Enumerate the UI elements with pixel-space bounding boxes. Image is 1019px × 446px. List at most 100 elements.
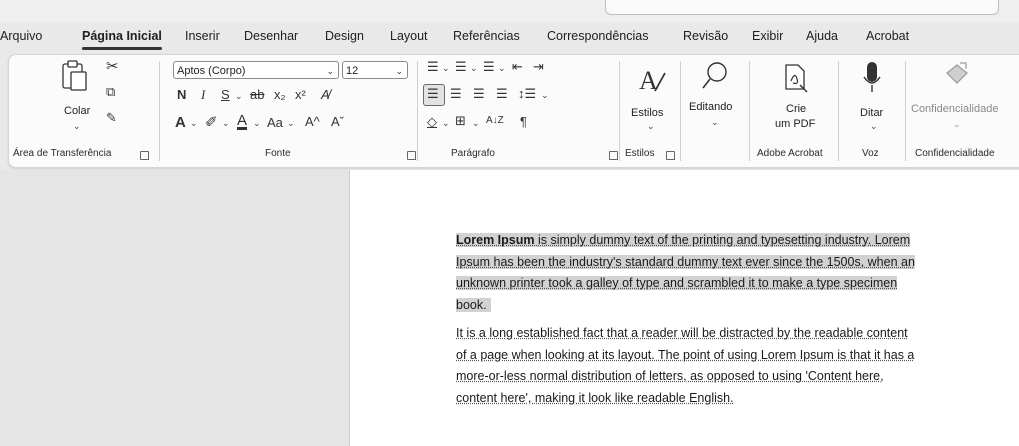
paste-button-label[interactable]: Colar [64,105,90,117]
align-center-icon[interactable]: ☰ [450,87,462,100]
show-formatting-button[interactable]: ¶ [520,115,527,128]
chevron-down-icon[interactable]: ⌄ [870,121,878,132]
styles-icon[interactable]: A [637,63,667,95]
microphone-icon[interactable] [862,61,882,95]
tab-referencias[interactable]: Referências [453,26,520,46]
title-bar [0,0,1019,22]
font-launcher-icon[interactable] [407,151,416,160]
clipboard-launcher-icon[interactable] [140,151,149,160]
editing-button-label[interactable]: Editando [689,101,732,113]
tab-arquivo[interactable]: Arquivo [0,26,42,46]
chevron-down-icon[interactable]: ⌄ [472,118,480,129]
p1-line-2: Ipsum has been the industry's standard d… [456,254,915,269]
paste-dropdown-icon[interactable]: ⌄ [73,121,81,132]
chevron-down-icon[interactable]: ⌄ [287,118,295,129]
shrink-font-button[interactable]: Aˇ [331,115,344,128]
p2-line-4: content here', making it look like reada… [456,390,734,405]
chevron-down-icon[interactable]: ⌄ [442,118,450,129]
p1-line-1: is simply dummy text of the printing and… [534,233,911,247]
align-right-icon[interactable]: ☰ [473,87,485,100]
multilevel-list-icon[interactable]: ☰ [483,60,495,73]
chevron-down-icon[interactable]: ⌄ [235,91,243,102]
format-painter-icon[interactable]: ✎ [106,111,117,124]
chevron-down-icon[interactable]: ⌄ [442,63,450,74]
search-icon[interactable] [701,61,729,91]
chevron-down-icon[interactable]: ⌄ [470,63,478,74]
chevron-down-icon[interactable]: ⌄ [222,118,230,129]
borders-icon[interactable]: ⊞ [455,114,466,127]
chevron-down-icon[interactable]: ⌄ [498,63,506,74]
tab-acrobat[interactable]: Acrobat [866,26,909,46]
sensitivity-button-label[interactable]: Confidencialidade [911,103,998,115]
tab-desenhar[interactable]: Desenhar [244,26,298,46]
left-canvas-area [0,170,349,446]
chevron-down-icon[interactable]: ⌄ [711,117,719,128]
underline-button[interactable]: S [221,88,230,101]
chevron-down-icon: ⌄ [395,66,403,76]
paragraph-launcher-icon[interactable] [609,151,618,160]
chevron-down-icon: ⌄ [326,66,334,76]
justify-icon[interactable]: ☰ [496,87,508,100]
p2-line-2: of a page when looking at its layout. Th… [456,347,915,362]
tab-exibir[interactable]: Exibir [752,26,783,46]
group-divider [905,61,906,161]
chevron-down-icon[interactable]: ⌄ [541,90,549,101]
group-divider [680,61,681,161]
font-size-combo[interactable]: 12 ⌄ [342,61,408,79]
dictate-button-label[interactable]: Ditar [860,107,883,119]
tab-pagina-inicial[interactable]: Página Inicial [82,26,162,50]
italic-button[interactable]: I [201,88,205,101]
decrease-indent-icon[interactable]: ⇤ [512,60,523,73]
strikethrough-icon[interactable]: ab [250,88,264,101]
paragraph-group-label: Parágrafo [451,148,495,159]
tab-revisao[interactable]: Revisão [683,26,728,46]
tab-design[interactable]: Design [325,26,364,46]
subscript-button[interactable]: x₂ [274,88,286,101]
shading-icon[interactable]: ◇ [427,115,437,128]
tab-ajuda[interactable]: Ajuda [806,26,838,46]
search-box[interactable] [605,0,999,15]
paragraph-1[interactable]: Lorem Ipsum is simply dummy text of the … [456,230,1004,316]
styles-button-label[interactable]: Estilos [631,107,663,119]
superscript-button[interactable]: x² [295,88,306,101]
text-effects-icon[interactable]: A [175,115,186,130]
bullets-icon[interactable]: ☰ [427,60,439,73]
bold-lead-text: Lorem Ipsum [456,233,535,247]
sensitivity-group-label: Confidencialidade [915,148,995,159]
ribbon-tabs: Arquivo Página Inicial Inserir Desenhar … [0,26,1019,50]
group-divider [749,61,750,161]
chevron-down-icon[interactable]: ⌄ [190,118,198,129]
line-spacing-icon[interactable]: ↕☰ [518,87,536,100]
font-group-label: Fonte [265,148,291,159]
acrobat-group-label: Adobe Acrobat [757,148,823,159]
grow-font-button[interactable]: A^ [305,115,320,128]
styles-launcher-icon[interactable] [666,151,675,160]
group-divider [619,61,620,161]
tab-inserir[interactable]: Inserir [185,26,220,46]
bold-button[interactable]: N [177,88,186,101]
chevron-down-icon[interactable]: ⌄ [647,121,655,132]
chevron-down-icon[interactable]: ⌄ [953,119,961,130]
cut-icon[interactable]: ✂ [106,59,119,74]
numbering-icon[interactable]: ☰ [455,60,467,73]
sort-button[interactable]: A↓Z [486,116,504,126]
copy-icon[interactable]: ⧉ [106,85,115,98]
change-case-button[interactable]: Aa [267,116,283,129]
create-pdf-label-line2[interactable]: um PDF [775,118,815,130]
create-pdf-label-line1[interactable]: Crie [786,103,806,115]
highlight-icon[interactable]: ✐ [205,115,218,130]
tab-layout[interactable]: Layout [390,26,428,46]
create-pdf-icon[interactable] [782,63,810,95]
paste-icon[interactable] [59,58,89,92]
increase-indent-icon[interactable]: ⇥ [533,60,544,73]
font-color-icon[interactable]: A [237,113,247,128]
tab-correspondencias[interactable]: Correspondências [547,26,648,46]
chevron-down-icon[interactable]: ⌄ [253,118,261,129]
align-left-icon[interactable]: ☰ [427,87,439,100]
sensitivity-icon[interactable] [944,61,970,89]
p1-line-4: book. [456,297,491,312]
paragraph-2[interactable]: It is a long established fact that a rea… [456,323,1004,409]
styles-group-label: Estilos [625,148,655,159]
clear-formatting-icon[interactable]: A̸ [321,88,330,101]
font-name-combo[interactable]: Aptos (Corpo) ⌄ [173,61,339,79]
